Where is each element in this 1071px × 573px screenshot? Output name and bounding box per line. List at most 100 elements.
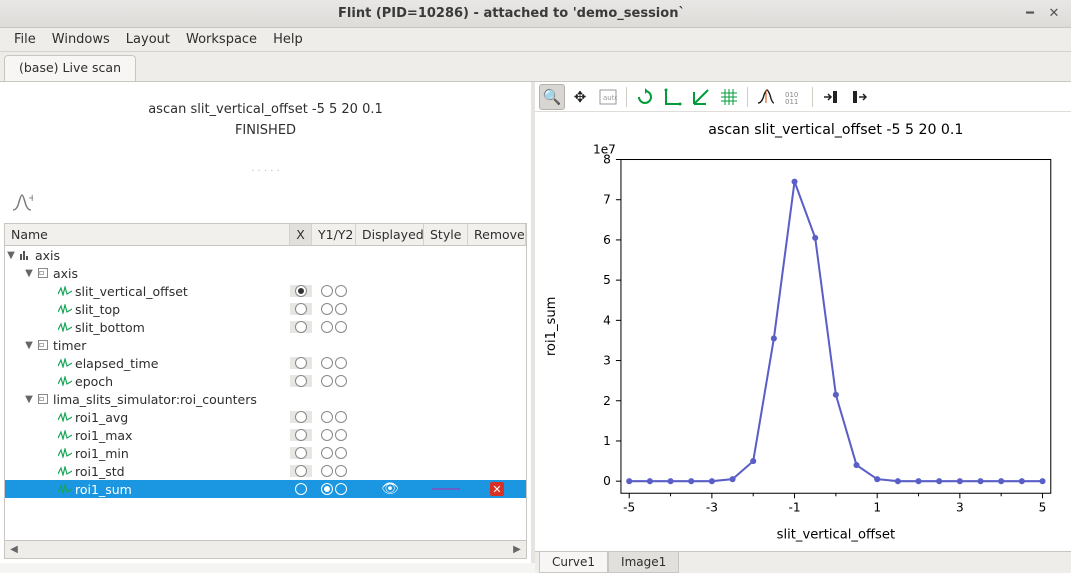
plot-canvas[interactable]: -5-3-11350123456781e7ascan slit_vertical…: [535, 112, 1071, 551]
add-gaussian-icon[interactable]: +: [8, 189, 36, 217]
x-radio[interactable]: [295, 375, 307, 387]
scroll-right-icon[interactable]: ▶: [508, 542, 526, 558]
y1-radio[interactable]: [321, 285, 333, 297]
x-radio[interactable]: [295, 321, 307, 333]
disclosure-icon[interactable]: ▼: [5, 250, 17, 261]
grid-icon[interactable]: [716, 84, 742, 110]
eye-icon[interactable]: 👁: [381, 481, 399, 497]
x-radio[interactable]: [295, 285, 307, 297]
tree-leaf[interactable]: epoch: [5, 372, 526, 390]
tabstrip: (base) Live scan: [0, 52, 1071, 82]
tree-hscroll[interactable]: ◀ ▶: [5, 540, 526, 558]
crosshair-icon[interactable]: [688, 84, 714, 110]
y1-radio[interactable]: [321, 375, 333, 387]
y1-radio[interactable]: [321, 429, 333, 441]
col-style[interactable]: Style: [424, 224, 468, 245]
tree-leaf[interactable]: slit_vertical_offset: [5, 282, 526, 300]
y2-radio[interactable]: [335, 429, 347, 441]
tree-body[interactable]: ▼axis▼▫axis slit_vertical_offset slit_to…: [5, 246, 526, 540]
svg-text:2: 2: [603, 394, 611, 408]
x-radio[interactable]: [295, 483, 307, 495]
y1-radio[interactable]: [321, 447, 333, 459]
tree-group[interactable]: ▼▫lima_slits_simulator:roi_counters: [5, 390, 526, 408]
x-radio[interactable]: [295, 303, 307, 315]
y2-radio[interactable]: [335, 357, 347, 369]
y2-radio[interactable]: [335, 303, 347, 315]
window-titlebar: Flint (PID=10286) - attached to 'demo_se…: [0, 0, 1071, 28]
tree-group[interactable]: ▼▫timer: [5, 336, 526, 354]
autoscale-icon[interactable]: auto: [595, 84, 621, 110]
y2-radio[interactable]: [335, 411, 347, 423]
disclosure-icon[interactable]: ▼: [23, 394, 35, 405]
tree-item-label: timer: [53, 338, 86, 353]
svg-text:1: 1: [873, 500, 881, 514]
menu-help[interactable]: Help: [265, 30, 311, 49]
disclosure-icon[interactable]: ▼: [23, 268, 35, 279]
export-icon[interactable]: [846, 84, 872, 110]
signal-icon: [57, 412, 73, 422]
tree-item-label: lima_slits_simulator:roi_counters: [53, 392, 257, 407]
disclosure-icon[interactable]: ▼: [23, 340, 35, 351]
svg-text:roi1_sum: roi1_sum: [544, 297, 559, 357]
y2-radio[interactable]: [335, 465, 347, 477]
y1-radio[interactable]: [321, 303, 333, 315]
svg-text:0: 0: [603, 474, 611, 488]
col-x[interactable]: X: [290, 224, 312, 245]
scan-status-label: FINISHED: [0, 123, 531, 138]
y1-radio[interactable]: [321, 483, 333, 495]
tree-leaf[interactable]: slit_bottom: [5, 318, 526, 336]
window-close-button[interactable]: ✕: [1045, 5, 1063, 23]
menu-windows[interactable]: Windows: [44, 30, 118, 49]
collapse-grip[interactable]: · · · · ·: [0, 166, 531, 177]
tree-leaf[interactable]: elapsed_time: [5, 354, 526, 372]
y1-radio[interactable]: [321, 321, 333, 333]
pan-icon[interactable]: ✥: [567, 84, 593, 110]
binary-icon[interactable]: 010011: [781, 84, 807, 110]
y2-radio[interactable]: [335, 483, 347, 495]
menu-layout[interactable]: Layout: [118, 30, 178, 49]
svg-text:6: 6: [603, 233, 611, 247]
style-swatch[interactable]: [432, 488, 460, 490]
tree-leaf[interactable]: roi1_avg: [5, 408, 526, 426]
plot-area[interactable]: -5-3-11350123456781e7ascan slit_vertical…: [535, 112, 1071, 551]
tree-group[interactable]: ▼▫axis: [5, 264, 526, 282]
tree-group[interactable]: ▼axis: [5, 246, 526, 264]
svg-text:ascan slit_vertical_offset -5: ascan slit_vertical_offset -5 5 20 0.1: [708, 122, 963, 138]
y2-radio[interactable]: [335, 285, 347, 297]
remove-button[interactable]: ✕: [490, 482, 504, 496]
y2-radio[interactable]: [335, 321, 347, 333]
tree-leaf[interactable]: roi1_sum👁✕: [5, 480, 526, 498]
x-radio[interactable]: [295, 429, 307, 441]
tree-item-label: slit_vertical_offset: [75, 284, 188, 299]
svg-text:1e7: 1e7: [593, 142, 616, 156]
y1-radio[interactable]: [321, 357, 333, 369]
col-y[interactable]: Y1/Y2: [312, 224, 356, 245]
zoom-icon[interactable]: 🔍: [539, 84, 565, 110]
scroll-left-icon[interactable]: ◀: [5, 542, 23, 558]
tree-leaf[interactable]: roi1_min: [5, 444, 526, 462]
tree-leaf[interactable]: roi1_std: [5, 462, 526, 480]
y1-radio[interactable]: [321, 465, 333, 477]
tab-image1[interactable]: Image1: [608, 552, 679, 573]
window-minimize-button[interactable]: ━: [1021, 5, 1039, 23]
tree-leaf[interactable]: roi1_max: [5, 426, 526, 444]
y1-radio[interactable]: [321, 411, 333, 423]
x-radio[interactable]: [295, 447, 307, 459]
y2-radio[interactable]: [335, 375, 347, 387]
x-radio[interactable]: [295, 465, 307, 477]
x-radio[interactable]: [295, 411, 307, 423]
menu-file[interactable]: File: [6, 30, 44, 49]
tree-leaf[interactable]: slit_top: [5, 300, 526, 318]
menu-workspace[interactable]: Workspace: [178, 30, 265, 49]
col-name[interactable]: Name: [5, 224, 290, 245]
axis-xy-icon[interactable]: [660, 84, 686, 110]
tab-curve1[interactable]: Curve1: [539, 552, 608, 573]
col-remove[interactable]: Remove: [468, 224, 526, 245]
y2-radio[interactable]: [335, 447, 347, 459]
tab-live-scan[interactable]: (base) Live scan: [4, 55, 136, 81]
col-displayed[interactable]: Displayed: [356, 224, 424, 245]
x-radio[interactable]: [295, 357, 307, 369]
curve-stats-icon[interactable]: [753, 84, 779, 110]
refresh-icon[interactable]: [632, 84, 658, 110]
import-icon[interactable]: [818, 84, 844, 110]
